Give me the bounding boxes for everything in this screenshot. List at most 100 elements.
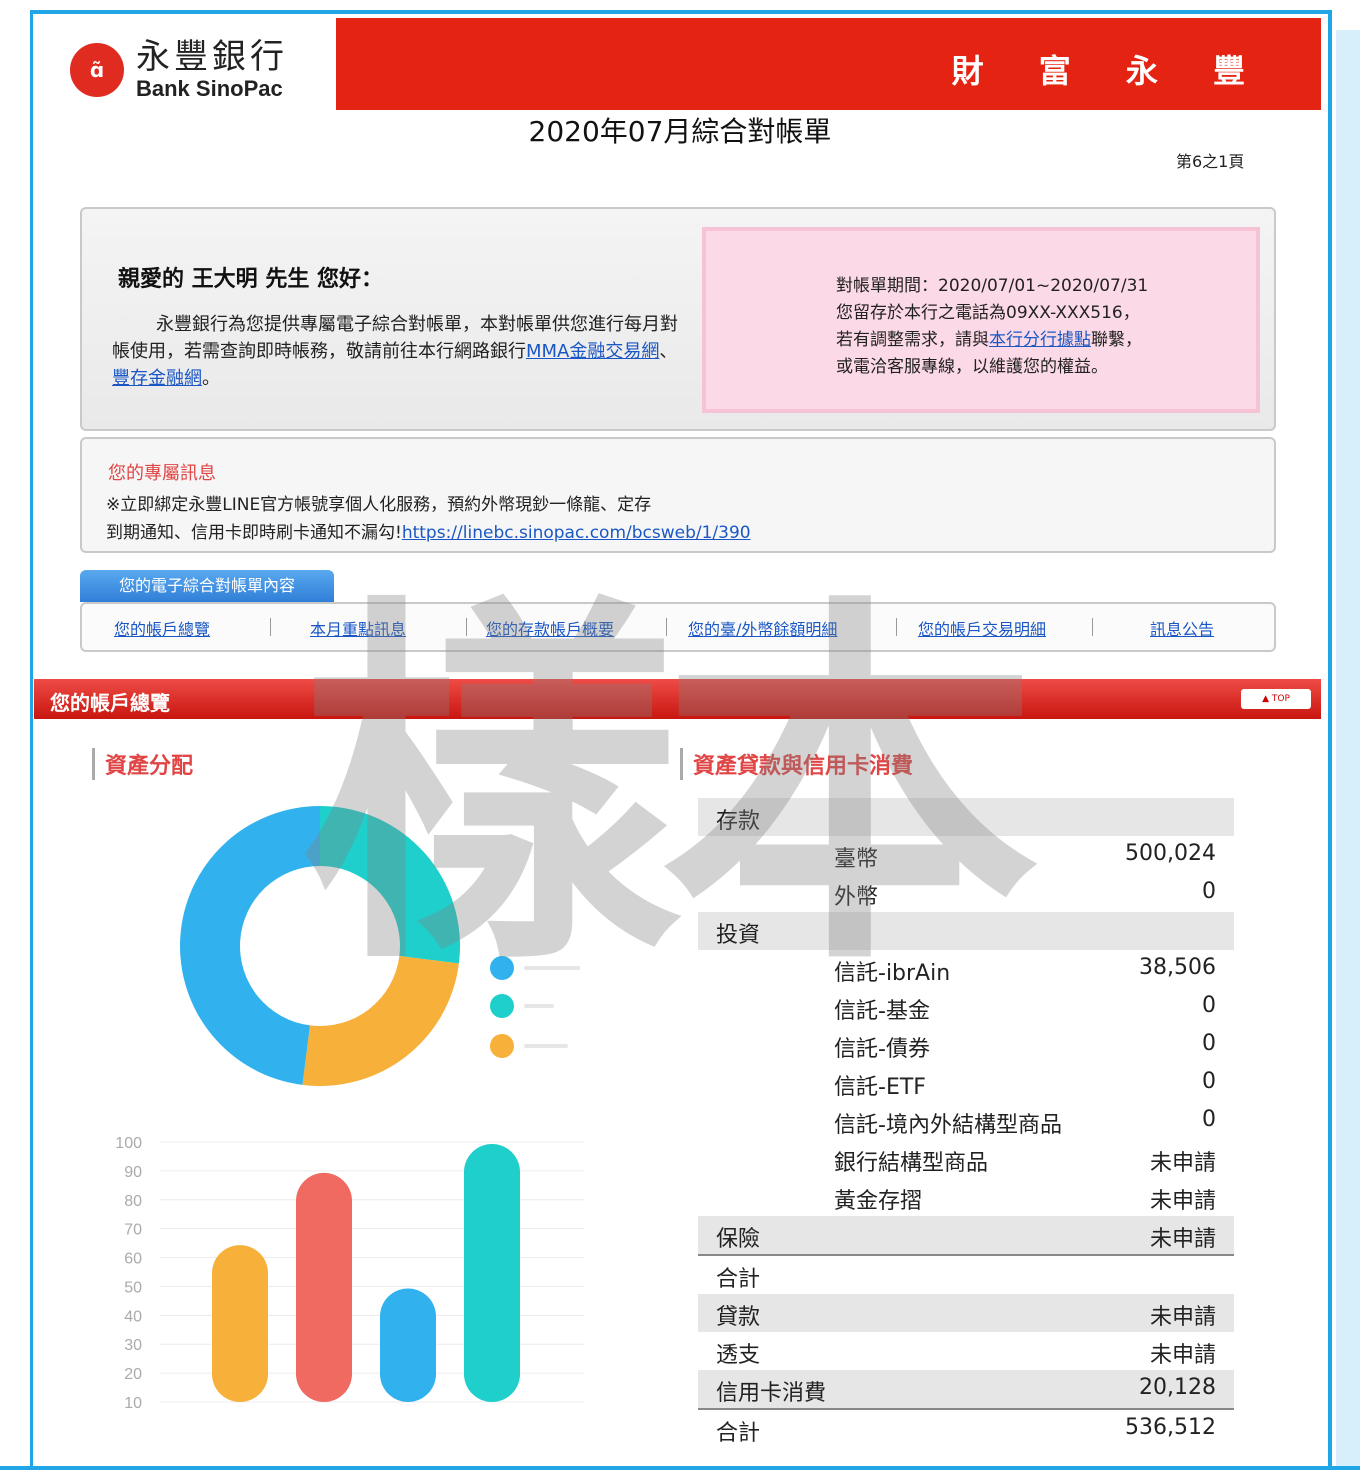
section-header: 您的帳戶總覽 ▲ TOP bbox=[34, 679, 1321, 719]
y-tick-label: 70 bbox=[124, 1222, 142, 1239]
table-row: 銀行結構型商品 未申請 bbox=[698, 1140, 1234, 1178]
row-value: 20,128 bbox=[1139, 1375, 1216, 1400]
table-row: 保險 未申請 bbox=[698, 1216, 1234, 1256]
y-tick-label: 20 bbox=[124, 1366, 142, 1383]
row-value: 536,512 bbox=[1125, 1415, 1216, 1440]
nav-deposit-summary[interactable]: 您的存款帳戶概要 bbox=[486, 616, 614, 640]
assets-loans-heading: 資產貸款與信用卡消費 bbox=[680, 748, 913, 780]
message-line2-pre: 到期通知、信用卡即時刷卡通知不漏勾! bbox=[106, 523, 402, 543]
table-row: 信託-基金 0 bbox=[698, 988, 1234, 1026]
y-tick-label: 90 bbox=[124, 1164, 142, 1181]
nav-balance-detail[interactable]: 您的臺/外幣餘額明細 bbox=[688, 616, 837, 640]
nav-announcements[interactable]: 訊息公告 bbox=[1150, 616, 1214, 640]
table-row: 信託-ibrAin 38,506 bbox=[698, 950, 1234, 988]
row-value: 未申請 bbox=[1149, 1227, 1216, 1252]
notice-line3: 若有調整需求，請與本行分行據點聯繫， bbox=[836, 327, 1148, 354]
row-value: 0 bbox=[1202, 1107, 1216, 1132]
table-row: 透支 未申請 bbox=[698, 1332, 1234, 1370]
donut-slice bbox=[179, 806, 320, 1085]
y-tick-label: 50 bbox=[124, 1279, 142, 1296]
table-row: 信託-境內外結構型商品 0 bbox=[698, 1102, 1234, 1140]
asset-bar-chart: 100 90 80 70 60 50 40 30 20 10 bbox=[115, 1135, 584, 1412]
bar bbox=[464, 1144, 520, 1402]
branch-link[interactable]: 本行分行據點 bbox=[989, 330, 1091, 350]
exclusive-message-panel: 您的專屬訊息 ※立即綁定永豐LINE官方帳號享個人化服務，預約外幣現鈔一條龍、定… bbox=[80, 437, 1276, 553]
nav-separator bbox=[1092, 618, 1093, 636]
row-label: 信託-境內外結構型商品 bbox=[834, 1113, 1062, 1138]
greeting-end: 。 bbox=[202, 368, 220, 389]
row-value: 0 bbox=[1202, 1031, 1216, 1056]
bank-name-en: Bank SinoPac bbox=[136, 76, 283, 101]
row-label: 保險 bbox=[716, 1227, 761, 1252]
row-label: 信用卡消費 bbox=[716, 1381, 827, 1406]
legend-dot bbox=[490, 956, 514, 980]
greeting-title: 親愛的 王大明 先生 您好： bbox=[118, 267, 383, 292]
greeting-panel: 親愛的 王大明 先生 您好： 永豐銀行為您提供專屬電子綜合對帳單，本對帳單供您進… bbox=[80, 207, 1276, 431]
y-tick-label: 10 bbox=[124, 1395, 142, 1412]
line-service-link[interactable]: https://linebc.sinopac.com/bcsweb/1/390 bbox=[402, 523, 751, 543]
y-tick-label: 30 bbox=[124, 1337, 142, 1354]
table-row: 外幣 0 bbox=[698, 874, 1234, 912]
nav-separator bbox=[896, 618, 897, 636]
statement-title: 2020年07月綜合對帳單 bbox=[528, 115, 832, 148]
table-row: 臺幣 500,024 bbox=[698, 836, 1234, 874]
row-label: 信託-基金 bbox=[834, 999, 930, 1024]
row-label: 合計 bbox=[716, 1267, 761, 1292]
asset-allocation-heading: 資產分配 bbox=[92, 748, 193, 780]
asset-donut-chart bbox=[179, 806, 580, 1086]
mma-link[interactable]: MMA金融交易網 bbox=[526, 341, 659, 362]
statement-contents-tab: 您的電子綜合對帳單內容 bbox=[80, 570, 334, 602]
row-label: 黃金存摺 bbox=[834, 1189, 923, 1214]
nav-transaction-detail[interactable]: 您的帳戶交易明細 bbox=[918, 616, 1046, 640]
statement-period: 對帳單期間：2020/07/01~2020/07/31 bbox=[836, 276, 1149, 296]
table-row: 存款 bbox=[698, 798, 1234, 836]
statement-notice-panel: 對帳單期間：2020/07/01~2020/07/31 您留存於本行之電話為09… bbox=[702, 227, 1260, 413]
header-banner: 財 富 永 豐 bbox=[336, 18, 1321, 110]
table-row: 貸款 未申請 bbox=[698, 1294, 1234, 1332]
online-banking-link[interactable]: 豐存金融網 bbox=[112, 368, 202, 389]
bar bbox=[296, 1172, 352, 1402]
notice-text: 對帳單期間：2020/07/01~2020/07/31 您留存於本行之電話為09… bbox=[836, 273, 1148, 381]
notice-line3-pre: 若有調整需求，請與 bbox=[836, 330, 989, 350]
nav-separator bbox=[666, 618, 667, 636]
notice-line4: 或電洽客服專線，以維護您的權益。 bbox=[836, 357, 1108, 377]
donut-slice bbox=[302, 956, 459, 1086]
bank-logo: ɑ̃ 永豐銀行 Bank SinoPac bbox=[70, 34, 288, 106]
y-tick-label: 60 bbox=[124, 1251, 142, 1268]
message-body: ※立即綁定永豐LINE官方帳號享個人化服務，預約外幣現鈔一條龍、定存 到期通知、… bbox=[106, 491, 751, 547]
message-line2: 到期通知、信用卡即時刷卡通知不漏勾!https://linebc.sinopac… bbox=[106, 519, 751, 547]
table-row: 黃金存摺 未申請 bbox=[698, 1178, 1234, 1216]
message-title: 您的專屬訊息 bbox=[108, 463, 216, 484]
legend-line bbox=[524, 1004, 554, 1008]
sinopac-logo-icon: ɑ̃ bbox=[70, 43, 124, 97]
bank-slogan: 財 富 永 豐 bbox=[951, 52, 1267, 90]
greeting-sep: 、 bbox=[659, 341, 678, 362]
notice-line3-post: 聯繫， bbox=[1091, 330, 1142, 350]
bar bbox=[380, 1288, 436, 1402]
row-label: 投資 bbox=[716, 923, 761, 948]
row-value: 0 bbox=[1202, 1069, 1216, 1094]
nav-account-overview[interactable]: 您的帳戶總覽 bbox=[114, 616, 210, 640]
back-to-top-button[interactable]: ▲ TOP bbox=[1241, 689, 1311, 709]
table-row: 信用卡消費 20,128 bbox=[698, 1370, 1234, 1410]
table-row: 合計 bbox=[698, 1256, 1234, 1294]
row-label: 信託-ibrAin bbox=[834, 961, 951, 986]
y-tick-label: 40 bbox=[124, 1308, 142, 1325]
phone-on-file: 您留存於本行之電話為09XX-XXX516， bbox=[836, 303, 1140, 323]
row-label: 透支 bbox=[716, 1343, 761, 1368]
page-shadow bbox=[1336, 30, 1360, 1470]
row-value: 0 bbox=[1202, 993, 1216, 1018]
greeting-body: 永豐銀行為您提供專屬電子綜合對帳單，本對帳單供您進行每月對帳使用，若需查詢即時帳… bbox=[112, 311, 692, 392]
nav-separator bbox=[466, 618, 467, 636]
table-row: 信託-ETF 0 bbox=[698, 1064, 1234, 1102]
asset-summary-table: 存款 臺幣 500,024 外幣 0 投資 信託-ibrAin 38,506 信託-基金 0 信託-… bbox=[698, 798, 1234, 1448]
bottom-border bbox=[0, 1466, 1360, 1470]
legend-line bbox=[524, 1044, 568, 1048]
nav-separator bbox=[270, 618, 271, 636]
nav-monthly-highlights[interactable]: 本月重點訊息 bbox=[310, 616, 406, 640]
row-value: 未申請 bbox=[1149, 1151, 1216, 1176]
table-row: 合計 536,512 bbox=[698, 1410, 1234, 1448]
row-label: 銀行結構型商品 bbox=[834, 1151, 989, 1176]
row-value: 未申請 bbox=[1149, 1305, 1216, 1330]
row-value: 未申請 bbox=[1149, 1343, 1216, 1368]
